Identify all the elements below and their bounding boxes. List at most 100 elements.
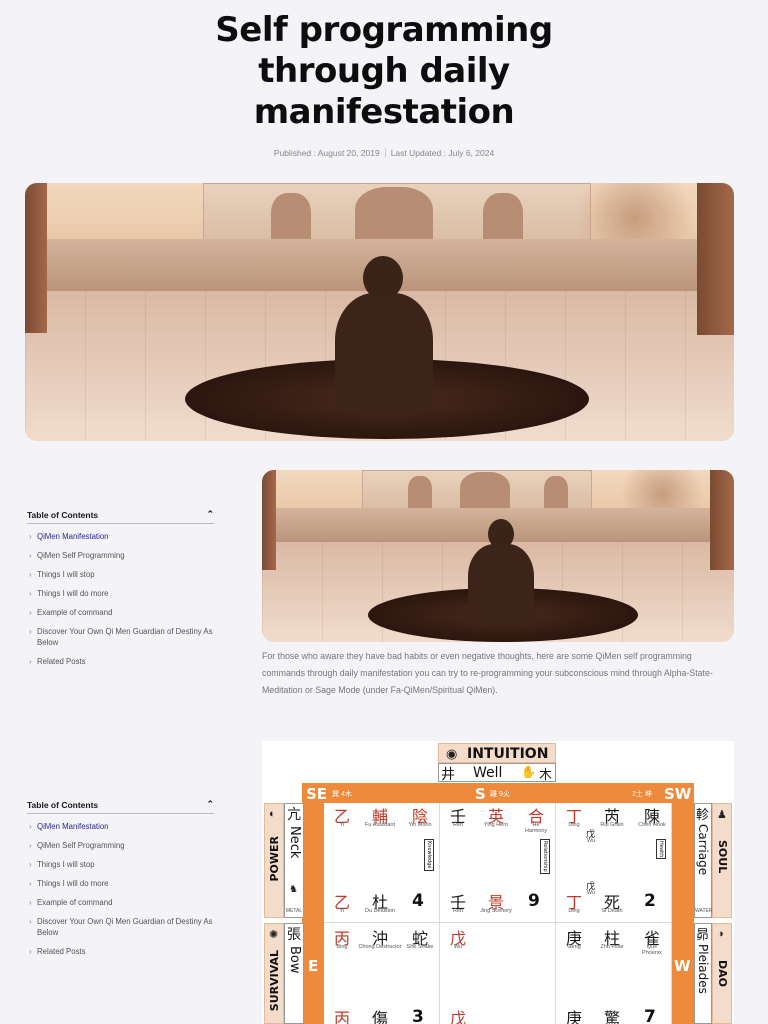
dir-se: SE bbox=[306, 785, 328, 803]
toc-item[interactable]: Things I will stop bbox=[27, 855, 214, 874]
carriage-glyph: 軫 bbox=[696, 808, 710, 823]
table-of-contents: Table of Contents ⌃ QiMen Manifestation … bbox=[27, 799, 214, 961]
palace-arch bbox=[483, 193, 523, 241]
dir-s-sub: 離 9火 bbox=[490, 791, 510, 798]
hidden-stem-label: Wu bbox=[586, 890, 596, 896]
toc-title: Table of Contents bbox=[27, 509, 99, 520]
earth-stem-glyph: 丙 bbox=[334, 1009, 351, 1024]
top-star-name: Well bbox=[473, 765, 503, 781]
page-title: Self programming through daily manifesta… bbox=[0, 10, 768, 133]
toc-item[interactable]: Discover Your Own Qi Men Guardian of Des… bbox=[27, 912, 214, 942]
palace-arch bbox=[355, 187, 433, 243]
deity-label: She Snake bbox=[406, 944, 434, 950]
stem-label: Geng bbox=[567, 944, 581, 950]
chart-right-bar bbox=[672, 783, 694, 1024]
toc-item[interactable]: Discover Your Own Qi Men Guardian of Des… bbox=[27, 622, 214, 652]
bell-icon: ♞ bbox=[289, 884, 298, 895]
title-line: manifestation bbox=[253, 92, 515, 132]
hero-image bbox=[25, 183, 734, 441]
palace-number: 4 bbox=[412, 891, 424, 911]
star-label: Fu Assistant bbox=[365, 822, 395, 828]
toc-item[interactable]: Things I will stop bbox=[27, 565, 214, 584]
star-label: Chong Destructor bbox=[358, 944, 402, 950]
palace-arch bbox=[460, 472, 510, 510]
chevron-up-icon[interactable]: ⌃ bbox=[206, 799, 214, 810]
palace-arch bbox=[544, 476, 568, 508]
palace-number: 9 bbox=[528, 891, 540, 911]
toc-item[interactable]: QiMen Self Programming bbox=[27, 546, 214, 565]
palace-cell-w: 庚 Geng 柱 Zhu Pillar 雀 Que Phoenix 庚 驚 7 bbox=[556, 923, 672, 1024]
toc-title: Table of Contents bbox=[27, 799, 99, 810]
deity-label: He Harmony bbox=[524, 822, 548, 834]
palace-arch bbox=[408, 476, 432, 508]
aspect-badge: Health bbox=[656, 839, 666, 860]
toc-item[interactable]: Example of command bbox=[27, 603, 214, 622]
title-line: Self programming bbox=[215, 10, 553, 50]
palace-number: 3 bbox=[412, 1007, 424, 1024]
door-glyph: 傷 bbox=[372, 1009, 389, 1024]
door-label: Du Delusion bbox=[365, 908, 395, 914]
soul-icon: ♟ bbox=[717, 809, 727, 821]
chevron-up-icon[interactable]: ⌃ bbox=[206, 509, 214, 520]
neck-label: Neck bbox=[287, 826, 302, 859]
star-label: Rui Grain bbox=[600, 822, 624, 828]
person-head bbox=[488, 519, 514, 549]
dao-tile: ◑ DAO bbox=[712, 923, 732, 1024]
earth-stem-glyph: 庚 bbox=[566, 1009, 583, 1024]
toc-header[interactable]: Table of Contents ⌃ bbox=[27, 799, 214, 814]
bow-glyph: 張 bbox=[287, 927, 301, 943]
door-glyph: 驚 bbox=[604, 1009, 621, 1024]
qimen-chart-image: ◉ INTUITION 井 Well ✋ 木 SE 巽 4木 S 離 9火 SW… bbox=[262, 741, 734, 1024]
intro-paragraph: For those who aware they have bad habits… bbox=[262, 651, 713, 695]
article-image bbox=[262, 470, 734, 642]
top-star-row: 井 Well ✋ 木 bbox=[438, 763, 556, 783]
toc-item[interactable]: QiMen Manifestation bbox=[27, 817, 214, 836]
survival-label: SURVIVAL bbox=[268, 950, 281, 1012]
neck-column: 亢 Neck ♞ METAL bbox=[284, 803, 304, 918]
deity-label: Que Phoenix bbox=[642, 944, 662, 956]
deity-label: Yin Moon bbox=[408, 822, 432, 828]
stem-label: Bing bbox=[336, 944, 348, 950]
toc-item[interactable]: Example of command bbox=[27, 893, 214, 912]
right-pillar bbox=[710, 470, 734, 570]
toc-item[interactable]: Things I will do more bbox=[27, 584, 214, 603]
published-date: Published : August 20, 2019 bbox=[273, 148, 380, 158]
toc-list: QiMen Manifestation QiMen Self Programmi… bbox=[27, 817, 214, 961]
palace-number: 7 bbox=[644, 1007, 656, 1024]
carriage-column: 軫 Carriage WATER bbox=[694, 803, 713, 918]
meditating-person bbox=[335, 293, 433, 411]
palace-cell-sw: 丁 Ding 芮 Rui Grain 陳 Chen Hook 戊 Wu Heal… bbox=[556, 803, 672, 923]
soul-label: SOUL bbox=[716, 840, 729, 874]
dao-label: DAO bbox=[716, 960, 729, 987]
top-element-glyph: 木 bbox=[539, 768, 553, 783]
intuition-label: INTUITION bbox=[467, 746, 549, 762]
toc-item[interactable]: Related Posts bbox=[27, 942, 214, 961]
pleiades-label: Pleiades bbox=[696, 944, 710, 994]
toc-list: QiMen Manifestation QiMen Self Programmi… bbox=[27, 527, 214, 671]
toc-item[interactable]: Things I will do more bbox=[27, 874, 214, 893]
bow-column: 張 Bow bbox=[284, 923, 304, 1024]
star-label: Ying Hero bbox=[483, 822, 509, 828]
intuition-tile: ◉ INTUITION bbox=[438, 743, 556, 763]
power-label: POWER bbox=[268, 836, 281, 882]
stem-label: Yi bbox=[339, 822, 345, 828]
carriage-element: WATER bbox=[695, 908, 713, 914]
hands-icon: ✋ bbox=[521, 765, 536, 779]
dao-icon: ◑ bbox=[717, 928, 724, 940]
star-label: Zhu Pillar bbox=[600, 944, 624, 950]
toc-item[interactable]: QiMen Manifestation bbox=[27, 527, 214, 546]
left-pillar bbox=[25, 183, 47, 333]
deity-label: Chen Hook bbox=[638, 822, 666, 828]
stem-label: Ding bbox=[568, 822, 580, 828]
toc-header[interactable]: Table of Contents ⌃ bbox=[27, 509, 214, 524]
table-of-contents: Table of Contents ⌃ QiMen Manifestation … bbox=[27, 509, 214, 671]
right-pillar bbox=[697, 183, 734, 335]
person-head bbox=[363, 256, 403, 300]
palace-cell-s: 壬 Ren 英 Ying Hero 合 He Harmony Relations… bbox=[440, 803, 556, 923]
aspect-badge: Relationship bbox=[540, 839, 550, 874]
dir-e: E bbox=[308, 957, 319, 975]
toc-item[interactable]: QiMen Self Programming bbox=[27, 836, 214, 855]
door-label: Jing Scenery bbox=[480, 908, 512, 914]
toc-item[interactable]: Related Posts bbox=[27, 652, 214, 671]
pleiades-column: 昴 Pleiades bbox=[694, 923, 712, 1024]
